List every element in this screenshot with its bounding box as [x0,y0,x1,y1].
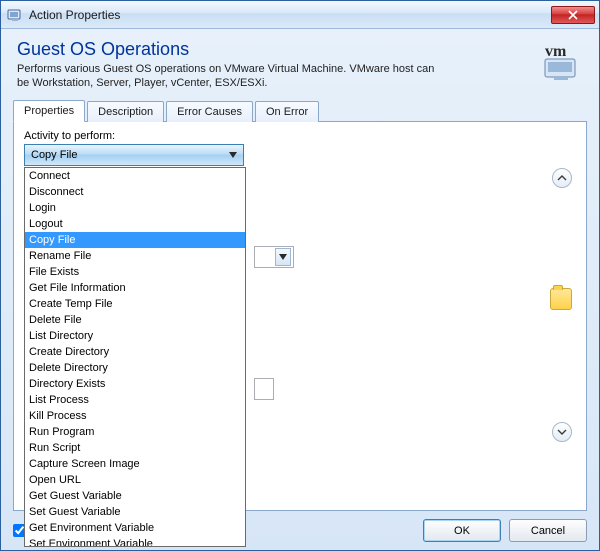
tab-description[interactable]: Description [87,101,164,122]
activity-combo-value: Copy File [31,149,225,161]
section-collapse-button[interactable] [552,168,572,188]
chevron-up-icon [557,173,567,183]
svg-text:vm: vm [545,43,567,60]
activity-option[interactable]: Run Program [25,424,245,440]
app-icon [7,7,23,23]
activity-option[interactable]: Create Directory [25,344,245,360]
activity-combo[interactable]: Copy File ConnectDisconnectLoginLogoutCo… [24,144,244,166]
tab-on-error[interactable]: On Error [255,101,319,122]
tab-panel-properties: Activity to perform: Copy File ConnectDi… [13,121,587,511]
activity-option[interactable]: Get Environment Variable [25,520,245,536]
close-button[interactable] [551,6,595,24]
activity-option[interactable]: Kill Process [25,408,245,424]
activity-option[interactable]: Get Guest Variable [25,488,245,504]
activity-option[interactable]: Directory Exists [25,376,245,392]
hidden-combo[interactable] [254,246,294,268]
chevron-down-icon [557,427,567,437]
header-text: Guest OS Operations Performs various Gue… [17,39,531,91]
activity-option[interactable]: Login [25,200,245,216]
activity-option[interactable]: Capture Screen Image [25,456,245,472]
dialog-window: Action Properties Guest OS Operations Pe… [0,0,600,551]
activity-option[interactable]: Disconnect [25,184,245,200]
activity-option[interactable]: Delete File [25,312,245,328]
activity-label: Activity to perform: [24,130,576,142]
activity-option[interactable]: Open URL [25,472,245,488]
activity-dropdown[interactable]: ConnectDisconnectLoginLogoutCopy FileRen… [24,167,246,547]
chevron-down-icon [275,248,291,266]
activity-option[interactable]: Run Script [25,440,245,456]
chevron-down-icon [225,145,241,165]
activity-option[interactable]: Set Guest Variable [25,504,245,520]
vmware-logo: vm [539,39,583,83]
browse-folder-button[interactable] [550,288,572,310]
tabs: PropertiesDescriptionError CausesOn Erro… [1,99,599,121]
activity-option[interactable]: Set Environment Variable [25,536,245,547]
tab-properties[interactable]: Properties [13,100,85,122]
window-title: Action Properties [29,8,551,22]
activity-option[interactable]: File Exists [25,264,245,280]
activity-option[interactable]: List Directory [25,328,245,344]
tab-error-causes[interactable]: Error Causes [166,101,253,122]
header: Guest OS Operations Performs various Gue… [1,29,599,99]
page-description: Performs various Guest OS operations on … [17,62,447,91]
ok-button[interactable]: OK [423,519,501,542]
section-expand-button[interactable] [552,422,572,442]
cancel-button[interactable]: Cancel [509,519,587,542]
titlebar: Action Properties [1,1,599,29]
hidden-input-edge[interactable] [254,378,274,400]
activity-option[interactable]: Delete Directory [25,360,245,376]
activity-option[interactable]: Create Temp File [25,296,245,312]
activity-option[interactable]: Get File Information [25,280,245,296]
page-title: Guest OS Operations [17,39,531,60]
close-icon [568,10,578,20]
activity-option[interactable]: Connect [25,168,245,184]
activity-option[interactable]: Copy File [25,232,245,248]
activity-option[interactable]: Rename File [25,248,245,264]
activity-option[interactable]: List Process [25,392,245,408]
activity-option[interactable]: Logout [25,216,245,232]
